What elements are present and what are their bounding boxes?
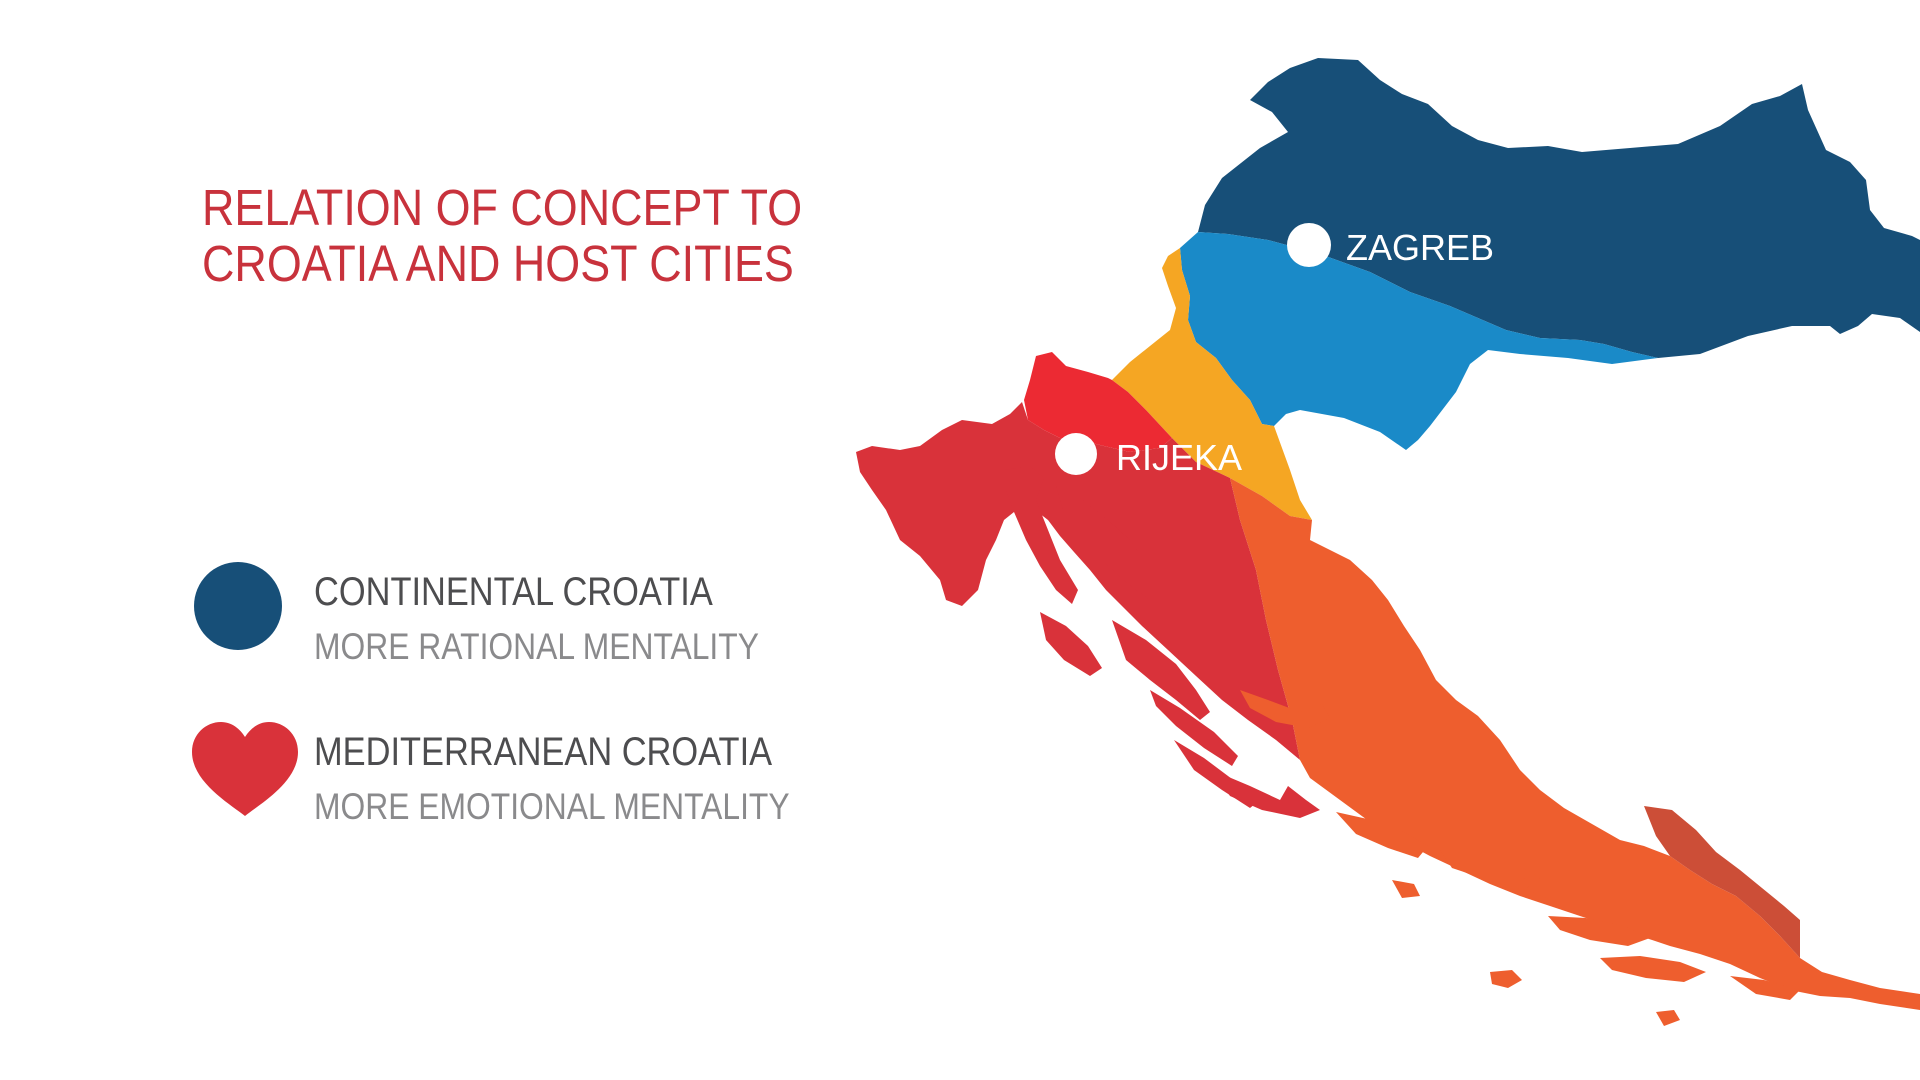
zagreb-dot bbox=[1287, 223, 1331, 267]
island bbox=[1212, 770, 1320, 818]
island bbox=[1600, 956, 1706, 982]
rijeka-dot bbox=[1055, 433, 1097, 475]
region-dalmatia-orange bbox=[1196, 462, 1920, 1010]
rijeka-label: RIJEKA bbox=[1116, 437, 1242, 478]
city-marker-zagreb: ZAGREB bbox=[1287, 223, 1494, 268]
island bbox=[1656, 1010, 1680, 1026]
island bbox=[1490, 970, 1522, 988]
island bbox=[1040, 612, 1102, 676]
croatia-map: ZAGREB RIJEKA bbox=[856, 58, 1920, 1026]
island bbox=[1392, 880, 1420, 898]
city-marker-rijeka: RIJEKA bbox=[1055, 433, 1242, 478]
zagreb-label: ZAGREB bbox=[1346, 227, 1494, 268]
